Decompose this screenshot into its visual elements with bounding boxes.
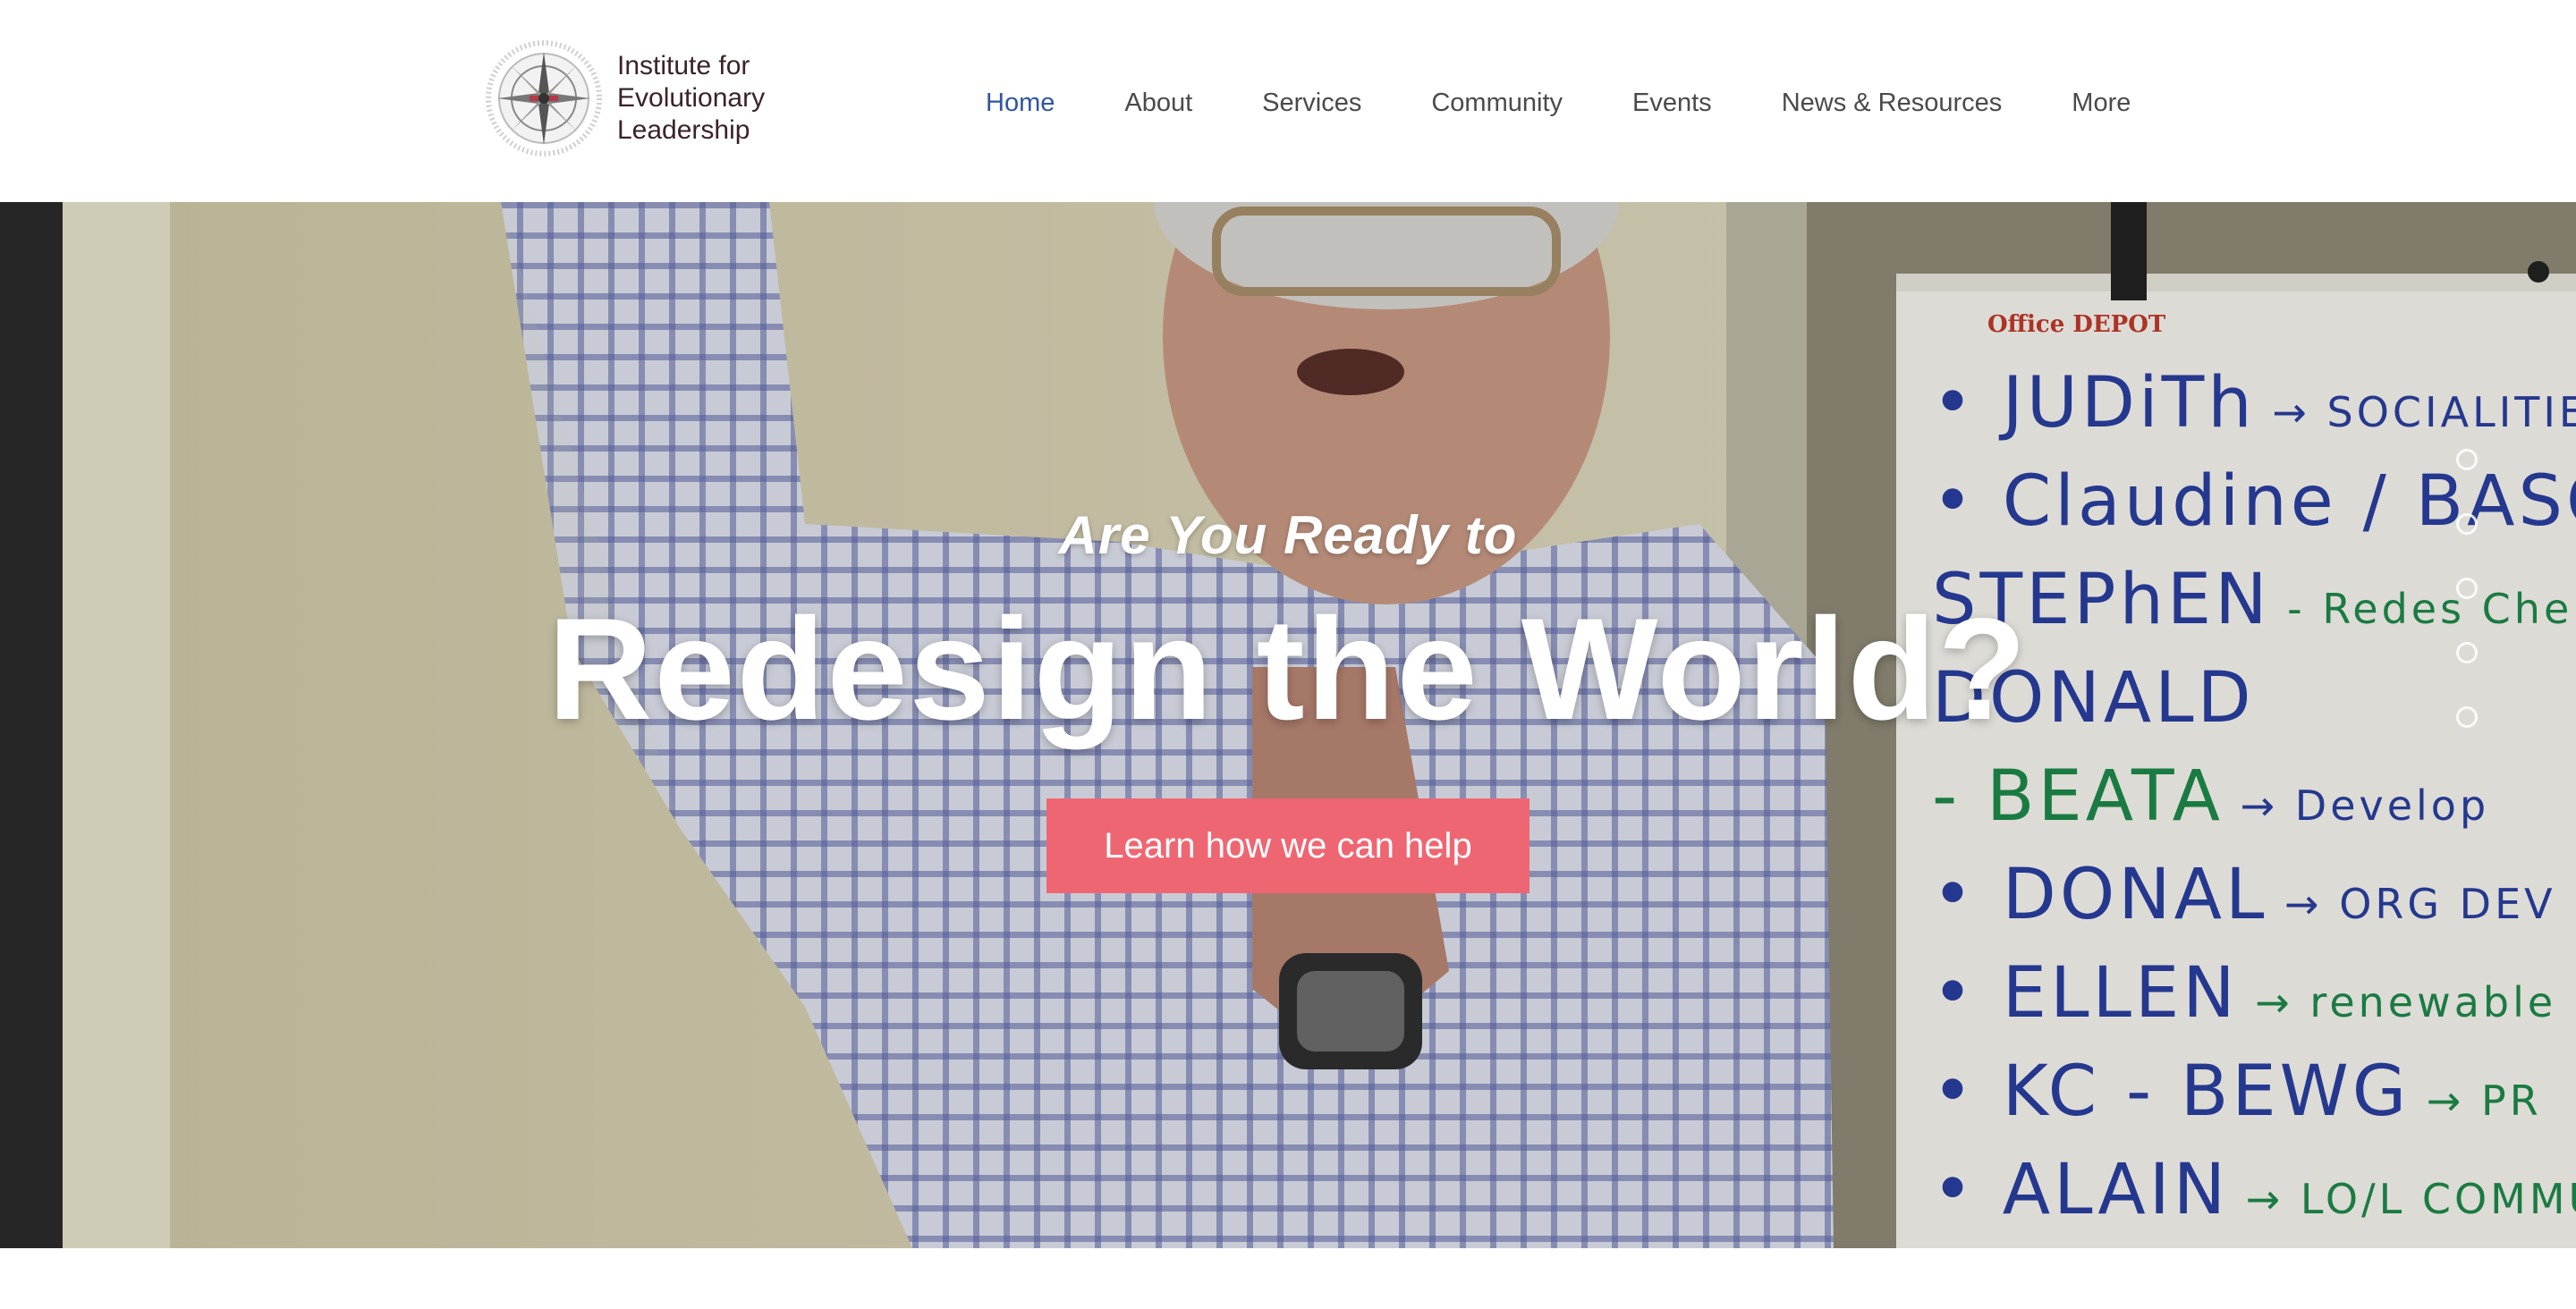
site-logo[interactable]: Institute for Evolutionary Leadership [485,39,765,157]
slide-dot-3[interactable] [2456,578,2478,599]
slide-dot-4[interactable] [2456,642,2478,663]
brand-line-2: Evolutionary [617,83,766,113]
nav-events[interactable]: Events [1632,89,1712,118]
nav-home[interactable]: Home [986,89,1055,118]
slide-indicators [2456,449,2478,728]
hero-headline: Redesign the World? [547,588,2029,750]
learn-how-button[interactable]: Learn how we can help [1046,798,1530,893]
page-bottom-strip [0,1248,2576,1309]
slide-dot-1[interactable] [2456,449,2478,470]
brand-line-1: Institute for [617,51,750,80]
slide-dot-5[interactable] [2456,706,2478,728]
nav-news-resources[interactable]: News & Resources [1782,89,2003,118]
nav-about[interactable]: About [1124,89,1192,118]
hero-kicker: Are You Ready to [1058,505,1518,565]
brand-name: Institute for Evolutionary Leadership [617,50,765,147]
main-nav: Home About Services Community Events New… [986,80,2131,125]
site-header: Institute for Evolutionary Leadership Ho… [0,0,2576,202]
nav-more[interactable]: More [2072,89,2131,118]
brand-line-3: Leadership [617,115,750,145]
compass-rose-icon [486,40,602,156]
hero-section: Office DEPOT • JUDiTh → SOCIALITIES• Cla… [0,202,2576,1248]
nav-community[interactable]: Community [1431,89,1563,118]
slide-dot-2[interactable] [2456,513,2478,535]
nav-services[interactable]: Services [1262,89,1361,118]
